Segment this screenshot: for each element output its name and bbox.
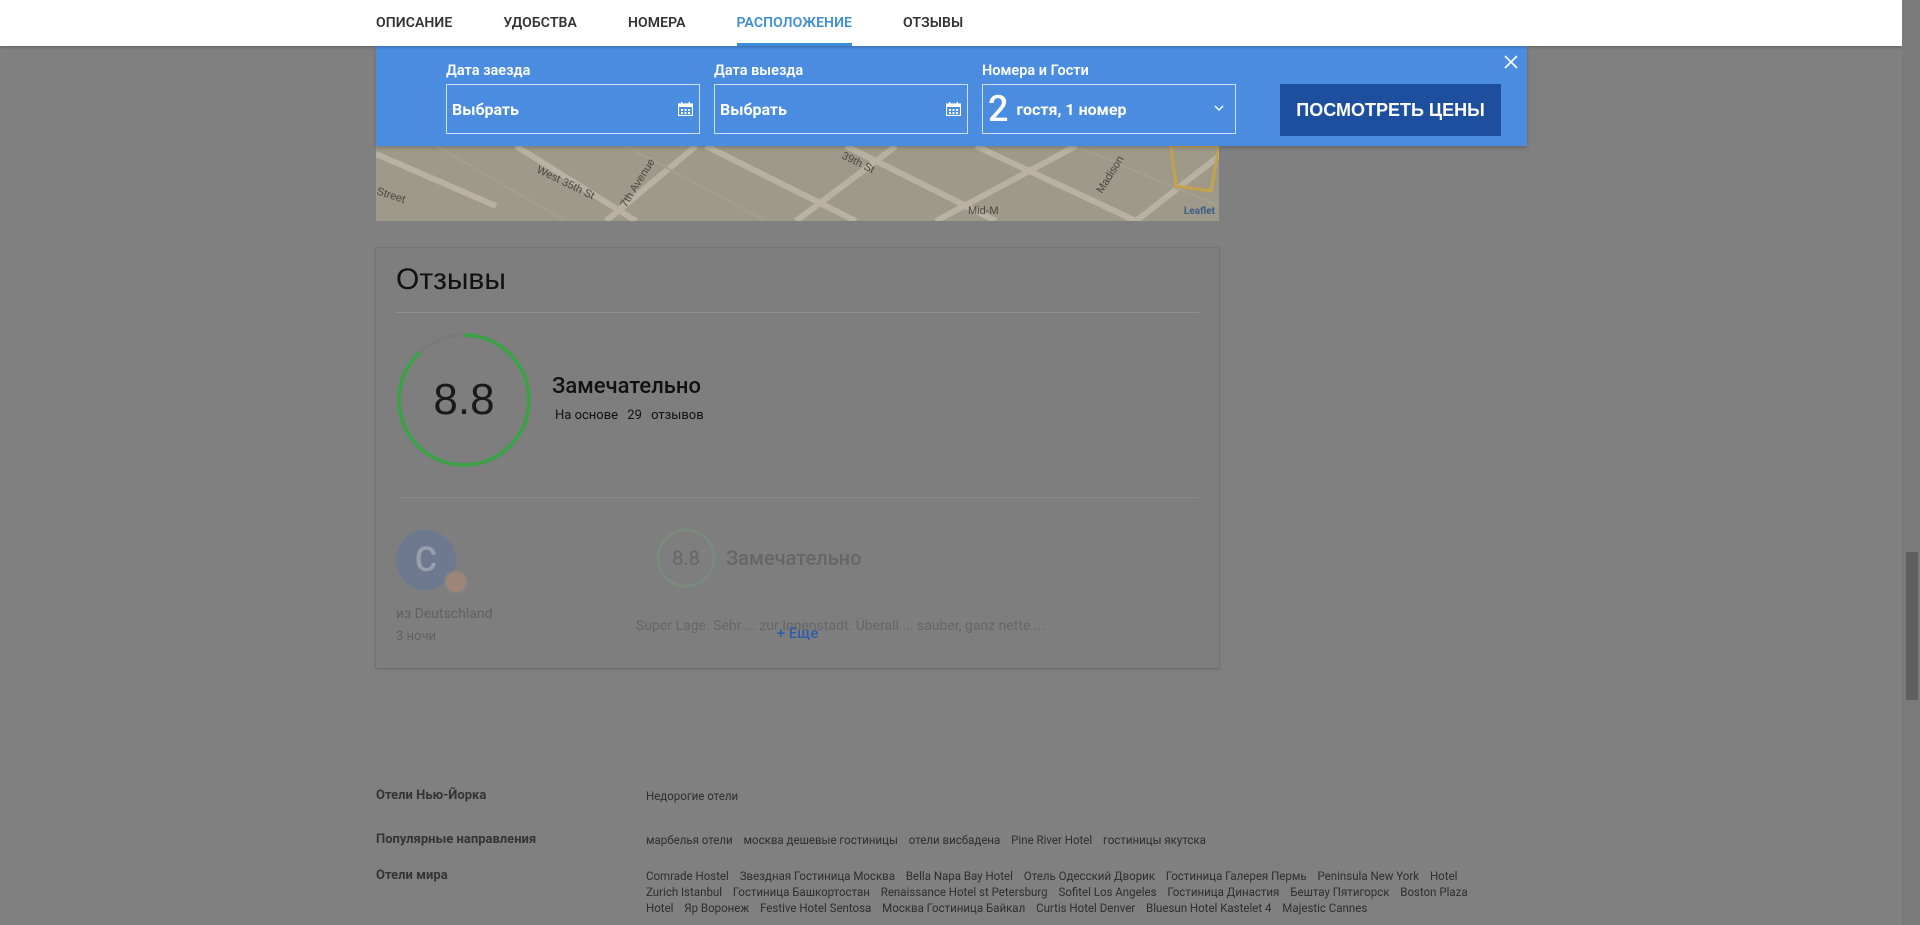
footer-link[interactable]: москва дешевые гостиницы	[744, 833, 898, 847]
divider	[396, 497, 1199, 498]
review-score: 8.8	[672, 546, 700, 570]
footer-link[interactable]: Majestic Cannes	[1282, 901, 1367, 915]
section-tabs: ОПИСАНИЕ УДОБСТВА НОМЕРА РАСПОЛОЖЕНИЕ ОТ…	[376, 0, 1014, 46]
scrollbar-thumb[interactable]	[1906, 552, 1918, 700]
footer-link[interactable]: гостиницы якутска	[1103, 833, 1206, 847]
leaflet-attribution[interactable]: Leaflet	[1184, 206, 1215, 217]
reviewer-origin: из Deutschland	[396, 606, 493, 622]
footer-link[interactable]: Яр Воронеж	[684, 901, 749, 915]
footer-heading: Отели мира	[376, 868, 448, 883]
calendar-icon	[946, 102, 961, 116]
guests-label: Номера и Гости	[982, 62, 1089, 79]
footer-link[interactable]: Гостиница Галерея Пермь	[1166, 869, 1307, 883]
reviews-count: 29	[627, 408, 642, 423]
footer-link[interactable]: Бештау Пятигорск	[1290, 885, 1389, 899]
checkin-label: Дата заезда	[446, 62, 531, 79]
booking-bar: Дата заезда Выбрать Дата выезда Выбрать	[376, 46, 1527, 146]
footer-link[interactable]: Sofitel Los Angeles	[1058, 885, 1156, 899]
tab-amenities[interactable]: УДОБСТВА	[503, 0, 577, 46]
footer-link-list: Недорогие отели	[646, 788, 1486, 804]
footer-link[interactable]: марбелья отели	[646, 833, 733, 847]
footer-link[interactable]: Гостиница Башкортостан	[733, 885, 870, 899]
guests-text: гостя, 1 номер	[1016, 99, 1127, 119]
footer-link[interactable]: отели висбадена	[909, 833, 1001, 847]
guests-count: 2	[988, 88, 1009, 130]
footer-heading: Отели Нью-Йорка	[376, 788, 487, 803]
chevron-down-icon	[1214, 105, 1224, 112]
footer-link[interactable]: Недорогие отели	[646, 789, 738, 803]
close-icon[interactable]	[1503, 54, 1519, 70]
map-tiles: Street West 35th St 7th Avenue 39th St M…	[376, 146, 1219, 221]
checkin-field: Дата заезда Выбрать	[446, 62, 700, 134]
checkin-value: Выбрать	[452, 99, 519, 119]
footer-link[interactable]: Bluesun Hotel Kastelet 4	[1146, 901, 1271, 915]
overall-verdict: Замечательно	[552, 374, 701, 399]
page-scrollbar[interactable]	[1902, 0, 1920, 925]
footer-link[interactable]: Peninsula New York	[1318, 869, 1420, 883]
tab-reviews[interactable]: ОТЗЫВЫ	[903, 0, 963, 46]
flag-icon	[444, 570, 468, 594]
footer-link[interactable]: Bella Napa Bay Hotel	[906, 869, 1013, 883]
footer-link[interactable]: Отель Одесский Дворик	[1024, 869, 1155, 883]
footer-link[interactable]: Comrade Hostel	[646, 869, 729, 883]
divider	[396, 312, 1199, 313]
overall-score: 8.8	[433, 375, 495, 424]
footer-link-list: Comrade Hostel Звездная Гостиница Москва…	[646, 868, 1486, 916]
footer-link[interactable]: Renaissance Hotel st Petersburg	[881, 885, 1048, 899]
section-nav: ОПИСАНИЕ УДОБСТВА НОМЕРА РАСПОЛОЖЕНИЕ ОТ…	[0, 0, 1902, 46]
checkout-field: Дата выезда Выбрать	[714, 62, 968, 134]
reviews-basis: На основе 29 отзывов	[552, 408, 707, 423]
guests-field: Номера и Гости 2 гостя, 1 номер	[982, 62, 1236, 134]
checkout-label: Дата выезда	[714, 62, 804, 79]
footer-link[interactable]: Гостиница Династия	[1167, 885, 1279, 899]
footer-link[interactable]: Москва Гостиница Байкал	[882, 901, 1025, 915]
footer-link[interactable]: Festive Hotel Sentosa	[760, 901, 871, 915]
tab-rooms[interactable]: НОМЕРА	[628, 0, 686, 46]
tab-location[interactable]: РАСПОЛОЖЕНИЕ	[736, 0, 853, 46]
footer-link[interactable]: Звездная Гостиница Москва	[740, 869, 895, 883]
more-reviews-link[interactable]: + Еще	[376, 624, 1219, 642]
guests-select[interactable]: 2 гостя, 1 номер	[982, 84, 1236, 134]
footer-link[interactable]: Pine River Hotel	[1011, 833, 1092, 847]
calendar-icon	[678, 102, 693, 116]
checkout-picker[interactable]: Выбрать	[714, 84, 968, 134]
basis-prefix: На основе	[555, 408, 619, 423]
footer-heading: Популярные направления	[376, 832, 537, 847]
checkout-value: Выбрать	[720, 99, 787, 119]
footer-link[interactable]: Curtis Hotel Denver	[1036, 901, 1135, 915]
view-prices-button[interactable]: ПОСМОТРЕТЬ ЦЕНЫ	[1280, 84, 1501, 136]
footer-link-list: марбелья отели москва дешевые гостиницы …	[646, 832, 1486, 848]
map-label-midm: Mid-M	[968, 205, 999, 217]
reviews-title: Отзывы	[396, 263, 506, 296]
location-map[interactable]: Street West 35th St 7th Avenue 39th St M…	[376, 146, 1219, 221]
basis-suffix: отзывов	[651, 408, 704, 423]
checkin-picker[interactable]: Выбрать	[446, 84, 700, 134]
review-verdict: Замечательно	[726, 546, 862, 570]
reviews-panel: Отзывы 8.8 Замечательно На основе 29 отз…	[376, 248, 1219, 668]
tab-description[interactable]: ОПИСАНИЕ	[376, 0, 452, 46]
